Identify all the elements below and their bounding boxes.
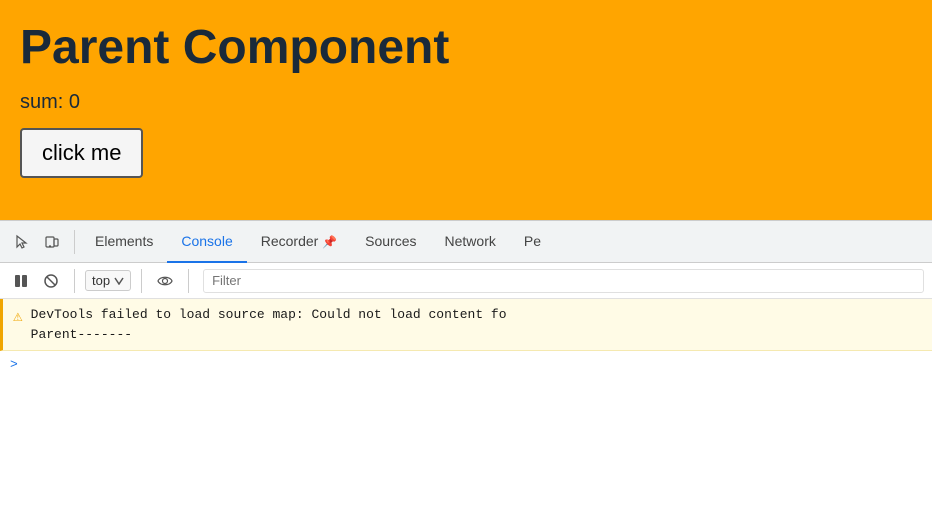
devtools-tabs-bar: Elements Console Recorder Sources Networ… xyxy=(0,221,932,263)
warning-text-line1: DevTools failed to load source map: Coul… xyxy=(31,305,507,325)
filter-input[interactable] xyxy=(203,269,924,293)
block-icon[interactable] xyxy=(38,268,64,294)
context-dropdown[interactable]: top xyxy=(85,270,131,291)
cursor-icon[interactable] xyxy=(8,228,36,256)
tabs-separator xyxy=(74,230,75,254)
console-output: ⚠ DevTools failed to load source map: Co… xyxy=(0,299,932,506)
console-expand-arrow[interactable]: > xyxy=(0,351,932,378)
recorder-pin-icon xyxy=(322,233,337,249)
tab-network[interactable]: Network xyxy=(431,221,510,263)
console-warning-message: ⚠ DevTools failed to load source map: Co… xyxy=(0,299,932,351)
run-icon[interactable] xyxy=(8,268,34,294)
app-area: Parent Component sum: 0 click me xyxy=(0,0,932,220)
devtools-panel: Elements Console Recorder Sources Networ… xyxy=(0,220,932,506)
tab-sources[interactable]: Sources xyxy=(351,221,430,263)
toolbar-separator-3 xyxy=(188,269,189,293)
tab-elements[interactable]: Elements xyxy=(81,221,167,263)
toolbar-separator-2 xyxy=(141,269,142,293)
chevron-down-icon xyxy=(114,277,124,285)
sum-label: sum: 0 xyxy=(20,91,912,114)
device-icon[interactable] xyxy=(38,228,66,256)
tab-recorder[interactable]: Recorder xyxy=(247,221,351,263)
warning-text-line2: Parent------- xyxy=(31,325,507,345)
click-me-button[interactable]: click me xyxy=(20,128,143,178)
toolbar-separator xyxy=(74,269,75,293)
tab-console[interactable]: Console xyxy=(167,221,246,263)
devtools-toolbar: top xyxy=(0,263,932,299)
warning-icon: ⚠ xyxy=(13,306,23,326)
tab-pe[interactable]: Pe xyxy=(510,221,555,263)
eye-icon[interactable] xyxy=(152,268,178,294)
page-title: Parent Component xyxy=(20,20,912,75)
